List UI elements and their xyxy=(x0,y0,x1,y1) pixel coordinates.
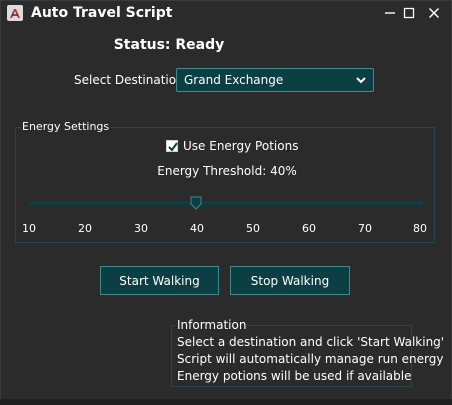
status-label: Status: Ready xyxy=(113,37,225,53)
destination-selected-value: Grand Exchange xyxy=(184,73,284,87)
stop-walking-button[interactable]: Stop Walking xyxy=(230,266,350,295)
slider-tick-label: 80 xyxy=(413,222,427,235)
info-line: Energy potions will be used if available xyxy=(177,369,412,383)
slider-tick-label: 20 xyxy=(78,222,92,235)
start-walking-button[interactable]: Start Walking xyxy=(100,266,219,295)
info-line: Script will automatically manage run ene… xyxy=(177,352,444,366)
close-button[interactable] xyxy=(423,3,445,23)
app-icon xyxy=(7,5,23,21)
slider-tick-label: 10 xyxy=(22,222,36,235)
destination-label: Select Destination: xyxy=(74,73,188,87)
energy-threshold-slider[interactable] xyxy=(28,201,423,205)
information-title: Information xyxy=(176,318,248,332)
info-line: Select a destination and click 'Start Wa… xyxy=(177,335,445,349)
use-energy-potions-checkbox[interactable] xyxy=(166,140,178,152)
minimize-icon xyxy=(385,12,395,14)
slider-tick-label: 60 xyxy=(302,222,316,235)
slider-tick-label: 50 xyxy=(246,222,260,235)
maximize-button[interactable] xyxy=(398,3,420,23)
app-window: Auto Travel Script Status: Ready Select … xyxy=(0,0,452,405)
checkmark-icon xyxy=(168,142,178,152)
close-icon xyxy=(429,8,439,18)
slider-handle[interactable] xyxy=(190,195,202,210)
maximize-icon xyxy=(403,7,415,19)
window-title: Auto Travel Script xyxy=(31,5,173,21)
slider-tick-label: 40 xyxy=(190,222,204,235)
chevron-down-icon xyxy=(356,77,366,84)
title-bar[interactable]: Auto Travel Script xyxy=(1,1,451,25)
slider-tick-label: 70 xyxy=(358,222,372,235)
background-strip xyxy=(0,399,452,405)
energy-threshold-label: Energy Threshold: 40% xyxy=(157,164,297,178)
slider-tick-label: 30 xyxy=(134,222,148,235)
use-energy-potions-label[interactable]: Use Energy Potions xyxy=(183,139,298,153)
energy-settings-title: Energy Settings xyxy=(21,120,111,133)
destination-select[interactable]: Grand Exchange xyxy=(176,68,374,92)
